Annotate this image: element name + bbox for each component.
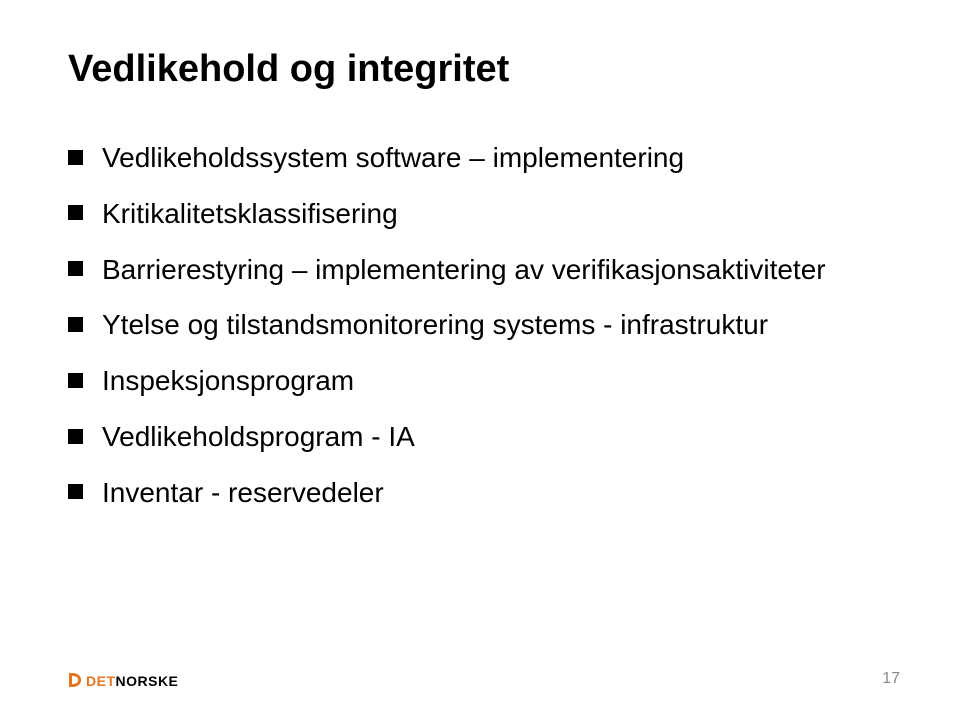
slide: Vedlikehold og integritet Vedlikeholdssy… — [0, 0, 960, 716]
list-item: Vedlikeholdsprogram - IA — [68, 418, 892, 456]
page-number: 17 — [882, 670, 900, 688]
logo-text-det: DET — [86, 673, 116, 689]
logo: DETNORSKE — [68, 672, 178, 688]
slide-title: Vedlikehold og integritet — [68, 48, 892, 91]
bullet-list: Vedlikeholdssystem software – implemente… — [68, 139, 892, 512]
list-item: Inventar - reservedeler — [68, 474, 892, 512]
list-item: Barrierestyring – implementering av veri… — [68, 251, 892, 289]
list-item: Vedlikeholdssystem software – implemente… — [68, 139, 892, 177]
logo-text: DETNORSKE — [86, 674, 178, 688]
logo-icon — [68, 672, 82, 688]
footer: DETNORSKE 17 — [68, 670, 900, 688]
list-item: Kritikalitetsklassifisering — [68, 195, 892, 233]
list-item: Ytelse og tilstandsmonitorering systems … — [68, 306, 892, 344]
logo-text-norske: NORSKE — [116, 673, 179, 689]
list-item: Inspeksjonsprogram — [68, 362, 892, 400]
